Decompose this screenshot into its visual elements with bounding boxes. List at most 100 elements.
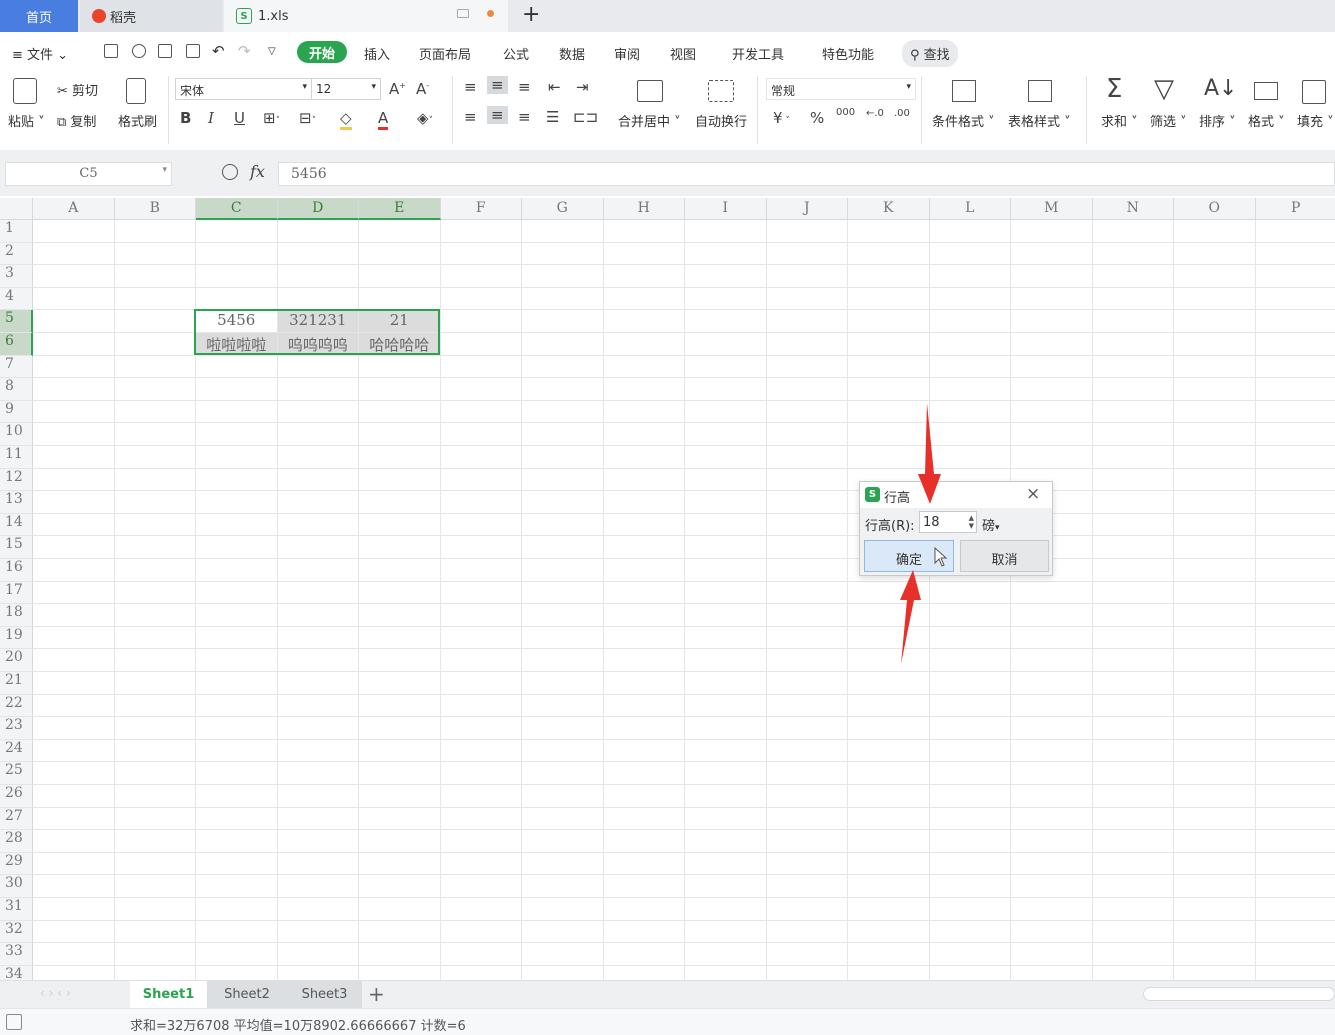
zoom-icon[interactable] bbox=[222, 164, 238, 180]
fill-color-icon[interactable]: ◇ bbox=[340, 109, 352, 130]
eraser-icon[interactable]: ◈˅ bbox=[417, 109, 433, 127]
column-header-i[interactable]: I bbox=[685, 198, 767, 220]
print-preview-icon[interactable] bbox=[186, 44, 200, 58]
row-header-24[interactable]: 24 bbox=[0, 739, 33, 763]
filter-icon[interactable]: ▽ bbox=[1154, 74, 1174, 104]
menu-start[interactable]: 开始 bbox=[297, 41, 347, 63]
save-icon[interactable] bbox=[104, 44, 118, 58]
row-header-34[interactable]: 34 bbox=[0, 965, 33, 980]
row-header-4[interactable]: 4 bbox=[0, 287, 33, 311]
row-header-5[interactable]: 5 bbox=[0, 310, 33, 333]
row-header-6[interactable]: 6 bbox=[0, 333, 33, 356]
table-style-icon[interactable] bbox=[1028, 80, 1052, 102]
sheet-tab-1[interactable]: Sheet1 bbox=[130, 981, 207, 1008]
row-header-17[interactable]: 17 bbox=[0, 581, 33, 605]
column-header-h[interactable]: H bbox=[603, 198, 685, 220]
format-icon[interactable] bbox=[1254, 82, 1278, 100]
format-painter-button[interactable]: 格式刷 bbox=[118, 111, 157, 130]
menu-developer[interactable]: 开发工具 bbox=[732, 44, 784, 63]
column-header-n[interactable]: N bbox=[1092, 198, 1174, 220]
row-header-32[interactable]: 32 bbox=[0, 920, 33, 944]
dialog-title-bar[interactable]: S 行高 × bbox=[860, 482, 1052, 508]
sheet-tab-2[interactable]: Sheet2 bbox=[207, 981, 287, 1008]
menu-page-layout[interactable]: 页面布局 bbox=[419, 44, 471, 63]
distributed-icon[interactable]: ⊏⊐ bbox=[573, 108, 598, 126]
align-bottom-icon[interactable]: ≡ bbox=[518, 78, 531, 96]
row-header-3[interactable]: 3 bbox=[0, 265, 33, 288]
number-format-select[interactable]: 常规 ▾ bbox=[766, 78, 916, 100]
row-header-12[interactable]: 12 bbox=[0, 468, 33, 492]
sort-button[interactable]: 排序 ˅ bbox=[1199, 111, 1236, 130]
bold-button[interactable]: B bbox=[180, 109, 191, 127]
column-header-p[interactable]: P bbox=[1255, 198, 1335, 220]
fx-icon[interactable]: fx bbox=[250, 162, 265, 181]
unit-select[interactable]: 磅▾ bbox=[982, 515, 1000, 534]
row-height-input[interactable]: 18 ▲ ▼ bbox=[919, 511, 977, 533]
horizontal-scrollbar[interactable] bbox=[1143, 987, 1335, 1001]
row-header-7[interactable]: 7 bbox=[0, 355, 33, 379]
sort-icon[interactable]: A↓ bbox=[1204, 76, 1237, 101]
font-name-select[interactable]: 宋体 ▾ bbox=[175, 78, 312, 100]
align-middle-icon[interactable]: ≡ bbox=[487, 76, 508, 94]
column-header-c[interactable]: C bbox=[196, 198, 278, 220]
column-header-o[interactable]: O bbox=[1174, 198, 1256, 220]
print-icon[interactable] bbox=[158, 44, 172, 58]
copy-button[interactable]: ⧉ 复制 bbox=[57, 111, 96, 130]
column-header-g[interactable]: G bbox=[522, 198, 604, 220]
menu-view[interactable]: 视图 bbox=[670, 44, 696, 63]
paste-icon[interactable] bbox=[13, 78, 37, 104]
fill-down-icon[interactable] bbox=[1302, 80, 1326, 104]
table-border-icon[interactable]: ⊟˅ bbox=[299, 109, 316, 127]
column-header-l[interactable]: L bbox=[929, 198, 1011, 220]
italic-button[interactable]: I bbox=[208, 109, 214, 127]
decrease-font-icon[interactable]: A- bbox=[416, 80, 429, 98]
row-header-18[interactable]: 18 bbox=[0, 604, 33, 627]
row-header-19[interactable]: 19 bbox=[0, 626, 33, 650]
monitor-icon[interactable] bbox=[457, 9, 469, 18]
conditional-format-icon[interactable] bbox=[952, 80, 976, 102]
format-button[interactable]: 格式 ˅ bbox=[1248, 111, 1285, 130]
row-header-20[interactable]: 20 bbox=[0, 649, 33, 672]
row-header-11[interactable]: 11 bbox=[0, 446, 33, 469]
menu-review[interactable]: 审阅 bbox=[614, 44, 640, 63]
cell-e5[interactable]: 21 bbox=[359, 310, 440, 332]
spreadsheet-grid[interactable]: ABCDEFGHIJKLMNOP 1 2 3 4 5 6 7 8 9 10 11 12 13 14 15 16… bbox=[0, 198, 1335, 980]
menu-special-features[interactable]: 特色功能 bbox=[822, 44, 874, 63]
undo-icon[interactable]: ↶ bbox=[212, 42, 225, 60]
menu-insert[interactable]: 插入 bbox=[364, 44, 390, 63]
export-icon[interactable] bbox=[132, 44, 146, 58]
name-box[interactable]: C5 ▾ bbox=[5, 162, 172, 186]
column-header-j[interactable]: J bbox=[766, 198, 848, 220]
sheet-nav-arrows-icon[interactable]: ‹ › ‹ › bbox=[40, 986, 71, 1000]
column-header-f[interactable]: F bbox=[440, 198, 522, 220]
row-header-25[interactable]: 25 bbox=[0, 762, 33, 785]
column-header-b[interactable]: B bbox=[114, 198, 196, 220]
percent-button[interactable]: % bbox=[810, 109, 824, 127]
cell-d6[interactable]: 呜呜呜呜 bbox=[277, 333, 358, 355]
wrap-text-button[interactable]: 自动换行 bbox=[695, 111, 747, 130]
redo-icon[interactable]: ↷ bbox=[238, 42, 251, 60]
row-header-23[interactable]: 23 bbox=[0, 717, 33, 740]
conditional-format-button[interactable]: 条件格式 ˅ bbox=[932, 111, 995, 130]
row-header-1[interactable]: 1 bbox=[0, 220, 33, 243]
format-painter-icon[interactable] bbox=[126, 78, 146, 104]
status-settings-icon[interactable] bbox=[6, 1014, 22, 1030]
fill-button[interactable]: 填充 ˅ bbox=[1297, 111, 1334, 130]
row-header-28[interactable]: 28 bbox=[0, 830, 33, 853]
row-header-2[interactable]: 2 bbox=[0, 242, 33, 266]
column-header-d[interactable]: D bbox=[277, 198, 359, 220]
add-sheet-button[interactable]: + bbox=[368, 982, 385, 1006]
row-header-33[interactable]: 33 bbox=[0, 943, 33, 966]
close-icon[interactable]: × bbox=[1026, 484, 1040, 504]
menu-data[interactable]: 数据 bbox=[559, 44, 585, 63]
row-header-21[interactable]: 21 bbox=[0, 672, 33, 695]
column-header-m[interactable]: M bbox=[1011, 198, 1093, 220]
align-left-icon[interactable]: ≡ bbox=[464, 108, 477, 126]
row-header-9[interactable]: 9 bbox=[0, 400, 33, 424]
justify-icon[interactable]: ☰ bbox=[546, 108, 559, 126]
row-header-10[interactable]: 10 bbox=[0, 423, 33, 446]
tab-daoke[interactable]: 稻壳 bbox=[80, 0, 222, 32]
indent-increase-icon[interactable]: ⇥ bbox=[576, 78, 589, 96]
row-header-8[interactable]: 8 bbox=[0, 378, 33, 401]
merge-center-icon[interactable] bbox=[637, 80, 663, 102]
